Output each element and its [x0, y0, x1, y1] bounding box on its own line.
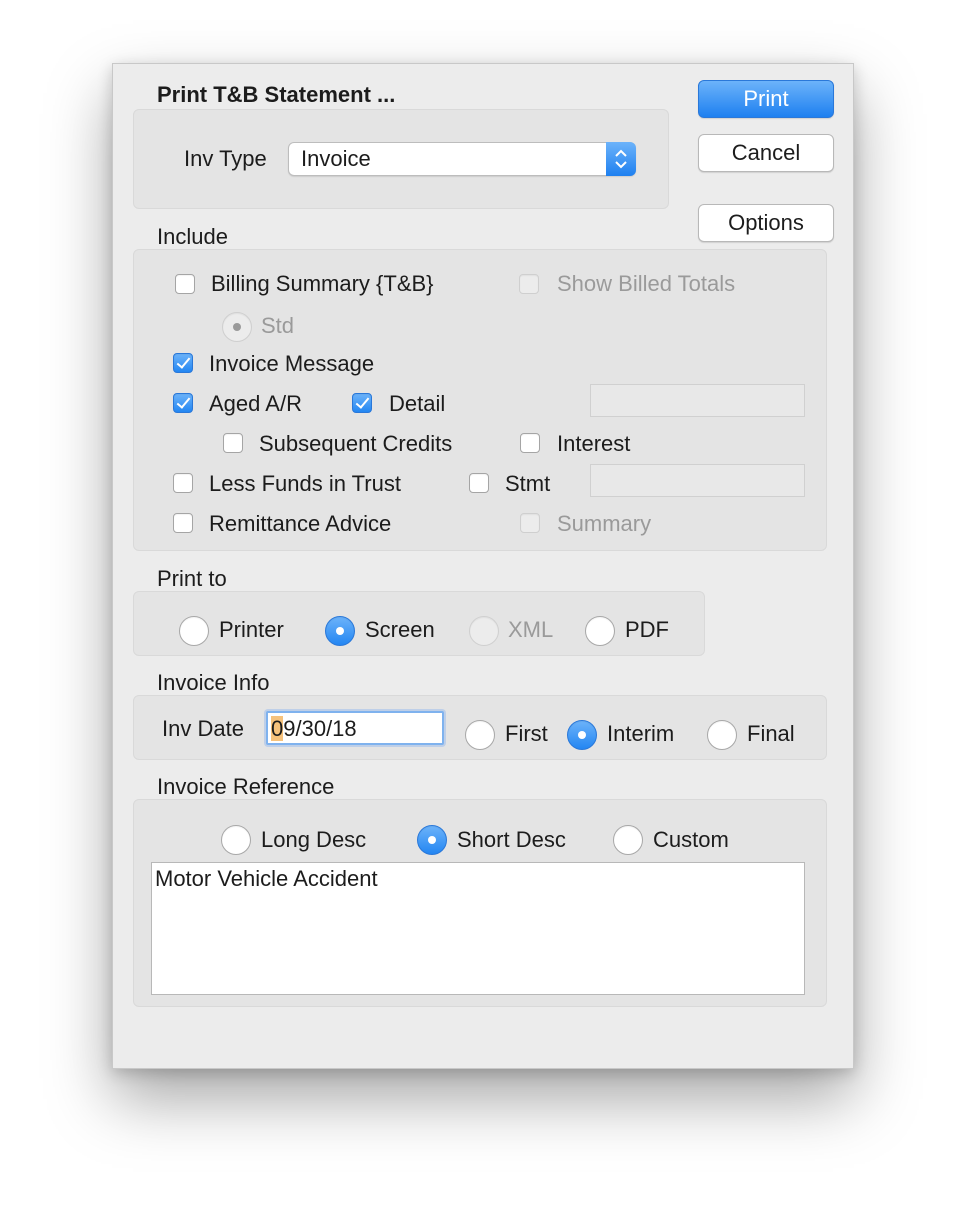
- chevron-up-down-icon: [606, 142, 636, 176]
- include-section-label: Include: [157, 224, 228, 249]
- interim-radio[interactable]: [567, 720, 597, 750]
- short-desc-label: Short Desc: [457, 827, 566, 852]
- invoice-message-checkbox[interactable]: [173, 353, 193, 373]
- print-statement-dialog: Print T&B Statement ... Print Cancel Opt…: [112, 63, 854, 1069]
- invoice-reference-textarea[interactable]: Motor Vehicle Accident: [151, 862, 805, 995]
- billing-summary-label: Billing Summary {T&B}: [211, 271, 434, 296]
- first-radio[interactable]: [465, 720, 495, 750]
- printer-radio[interactable]: [179, 616, 209, 646]
- billing-summary-checkbox[interactable]: [175, 274, 195, 294]
- interest-label: Interest: [557, 431, 631, 456]
- first-label: First: [505, 721, 548, 746]
- print-to-section-label: Print to: [157, 566, 227, 591]
- detail-label: Detail: [389, 391, 446, 416]
- subsequent-credits-label: Subsequent Credits: [259, 431, 453, 456]
- inv-type-label: Inv Type: [184, 146, 267, 171]
- aged-ar-label: Aged A/R: [209, 391, 302, 416]
- stmt-checkbox[interactable]: [469, 473, 489, 493]
- summary-label: Summary: [557, 511, 652, 536]
- inv-date-selection: 0: [271, 716, 284, 741]
- inv-date-value: 09/30/18: [271, 716, 357, 742]
- inv-date-input[interactable]: 09/30/18: [266, 711, 444, 745]
- summary-checkbox[interactable]: [520, 513, 540, 533]
- options-button[interactable]: Options: [698, 204, 834, 242]
- printer-label: Printer: [219, 617, 284, 642]
- detail-checkbox[interactable]: [352, 393, 372, 413]
- custom-label: Custom: [653, 827, 729, 852]
- std-radio[interactable]: [222, 312, 252, 342]
- interim-label: Interim: [607, 721, 675, 746]
- inv-type-select[interactable]: Invoice: [288, 142, 636, 176]
- aged-ar-checkbox[interactable]: [173, 393, 193, 413]
- xml-radio[interactable]: [469, 616, 499, 646]
- xml-label: XML: [508, 617, 554, 642]
- invoice-info-section-label: Invoice Info: [157, 670, 270, 695]
- detail-value-field[interactable]: [590, 384, 805, 417]
- stmt-label: Stmt: [505, 471, 551, 496]
- show-billed-totals-label: Show Billed Totals: [557, 271, 736, 296]
- less-funds-in-trust-checkbox[interactable]: [173, 473, 193, 493]
- inv-type-value: Invoice: [301, 146, 371, 171]
- interest-checkbox[interactable]: [520, 433, 540, 453]
- stmt-value-field[interactable]: [590, 464, 805, 497]
- std-label: Std: [261, 313, 295, 338]
- inv-date-rest: 9/30/18: [283, 716, 357, 741]
- invoice-reference-section-label: Invoice Reference: [157, 774, 335, 799]
- remittance-advice-checkbox[interactable]: [173, 513, 193, 533]
- inv-date-label: Inv Date: [162, 716, 244, 741]
- remittance-advice-label: Remittance Advice: [209, 511, 392, 536]
- screen-radio[interactable]: [325, 616, 355, 646]
- short-desc-radio[interactable]: [417, 825, 447, 855]
- final-radio[interactable]: [707, 720, 737, 750]
- pdf-radio[interactable]: [585, 616, 615, 646]
- screen-label: Screen: [365, 617, 435, 642]
- long-desc-label: Long Desc: [261, 827, 367, 852]
- subsequent-credits-checkbox[interactable]: [223, 433, 243, 453]
- cancel-button[interactable]: Cancel: [698, 134, 834, 172]
- long-desc-radio[interactable]: [221, 825, 251, 855]
- final-label: Final: [747, 721, 795, 746]
- invoice-message-label: Invoice Message: [209, 351, 375, 376]
- invoice-reference-text: Motor Vehicle Accident: [155, 866, 378, 891]
- custom-radio[interactable]: [613, 825, 643, 855]
- pdf-label: PDF: [625, 617, 669, 642]
- dialog-title: Print T&B Statement ...: [157, 82, 396, 107]
- show-billed-totals-checkbox[interactable]: [519, 274, 539, 294]
- print-button[interactable]: Print: [698, 80, 834, 118]
- less-funds-in-trust-label: Less Funds in Trust: [209, 471, 401, 496]
